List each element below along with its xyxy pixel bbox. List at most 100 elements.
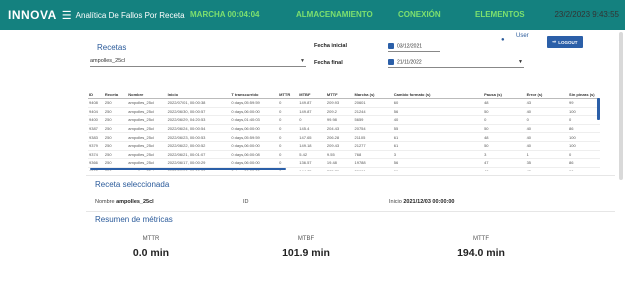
table-cell: 250 [103,107,128,117]
app-logo: INNOVA [8,8,57,22]
table-cell: 40 [525,167,569,171]
table-cell: 0 days,06:00:00 [230,158,279,168]
table-cell: 96 [568,167,600,171]
column-header[interactable]: Pausa (s) [483,91,526,99]
column-header[interactable]: Cambio formato (s) [392,91,484,99]
column-header[interactable]: Nombre [127,91,167,99]
table-cell: 43 [525,98,569,108]
table-cell: 20754 [353,124,393,134]
column-header[interactable]: Sin piezas (s) [568,91,600,99]
chevron-down-icon: ▼ [518,59,523,65]
table-cell: 21277 [353,141,393,151]
table-cell: 0 [278,158,299,168]
table-cell: 2022/06/29, 04:20:53 [166,115,231,125]
table-row[interactable]: 9383 250 ampolles_25cl 2022/06/23, 00:00:53… [88,132,600,142]
table-cell: 204.43 [325,124,354,134]
id-label: ID [243,199,249,205]
calendar-icon [388,43,394,49]
receta-select[interactable]: ampolles_25cl ▼ [90,58,306,67]
logout-label: LOGOUT [558,39,578,45]
nombre-label: Nombre [95,199,115,205]
column-header[interactable]: T transcurrido [230,91,279,99]
table-cell: ampolles_25cl [127,150,167,160]
table-cell: 9379 [88,141,104,151]
status-elementos: ELEMENTOS [475,10,525,19]
table-cell: 40 [525,107,569,117]
table-cell: 61 [392,167,484,171]
fecha-inicial-field[interactable]: 03/12/2021 [388,43,440,52]
table-cell: 0 days,06:00:00 [230,124,279,134]
column-header[interactable]: Inicio [166,91,231,99]
table-cell: 50 [483,124,526,134]
table-row[interactable]: 9374 250 ampolles_25cl 2022/06/21, 00:01:07… [88,150,600,160]
column-header[interactable]: MTBF [298,91,326,99]
table-row[interactable]: 9408 250 ampolles_25cl 2022/07/01, 00:00:38… [88,98,600,108]
table-cell: 250 [103,124,128,134]
table-cell: 205.79 [325,167,354,171]
logout-button[interactable]: ⇨ LOGOUT [547,36,583,48]
table-vertical-scrollbar[interactable] [597,98,600,120]
table-row[interactable]: 9387 250 ampolles_25cl 2022/06/24, 00:00:54… [88,124,600,134]
table-cell: 0 days,01:40:03 [230,115,279,125]
table-horizontal-scrollbar[interactable] [90,168,286,170]
status-marcha: MARCHA 00:04:04 [190,10,260,19]
table-cell: 0 days,05:59:59 [230,98,279,108]
table-cell: 5.42 [298,150,326,160]
column-header[interactable]: Receta [103,91,128,99]
selected-inicio: Inicio 2021/12/03 00:00:00 [389,199,454,205]
table-cell: 3 [483,150,526,160]
table-cell: 100 [568,132,600,142]
table-cell: 0 [278,150,299,160]
table-cell: 147.65 [298,132,326,142]
column-header[interactable]: MTTF [325,91,354,99]
table-cell: 50 [483,107,526,117]
table-row[interactable]: 9379 250 ampolles_25cl 2022/06/22, 00:00:52… [88,141,600,151]
fecha-final-field[interactable]: 21/11/2022 ▼ [388,59,524,68]
table-cell: 9366 [88,158,104,168]
chevron-down-icon: ▼ [300,58,305,64]
recipes-table: ID Receta Nombre Inicio T transcurrido MTTR MT… [88,91,600,171]
selected-nombre: Nombre ampolles_25cl [95,199,154,205]
nombre-value: ampolles_25cl [116,199,154,205]
table-cell: 1 [525,150,569,160]
table-cell: 206.28 [325,132,354,142]
metric-value-mttr: 0.0 min [132,247,170,259]
user-icon: ● [501,37,505,43]
column-header[interactable]: ID [88,91,104,99]
table-cell: 99.98 [325,115,354,125]
column-header[interactable]: Marcha (s) [353,91,393,99]
table-cell: 2022/06/24, 00:00:54 [166,124,231,134]
table-cell: 86 [568,124,600,134]
table-cell: 9374 [88,150,104,160]
table-row[interactable]: 9400 250 ampolles_25cl 2022/06/29, 04:20:53… [88,115,600,125]
table-cell: 250 [103,158,128,168]
table-cell: 3 [392,150,484,160]
table-cell: ampolles_25cl [127,98,167,108]
table-cell: 55 [392,124,484,134]
table-cell: 19.48 [325,158,354,168]
table-cell: 21105 [353,132,393,142]
table-row[interactable]: 9366 250 ampolles_25cl 2022/06/17, 00:00:29… [88,158,600,168]
table-cell: 149.87 [298,107,326,117]
table-cell: 61 [392,132,484,142]
column-header[interactable]: MTTR [278,91,299,99]
table-cell: 250 [103,141,128,151]
table-cell: 2022/07/01, 00:00:38 [166,98,231,108]
table-cell: 209.43 [325,141,354,151]
metric-label-mttf: MTTF [473,236,489,242]
metric-value-mttf: 194.0 min [457,247,505,259]
column-header[interactable]: Error (s) [525,91,569,99]
table-cell: 250 [103,150,128,160]
table-row[interactable]: 9404 250 ampolles_25cl 2022/06/30, 00:00:57… [88,107,600,117]
metric-value-mtbf: 101.9 min [282,247,330,259]
table-cell: ampolles_25cl [127,158,167,168]
table-cell: 9383 [88,132,104,142]
hamburger-icon[interactable]: ☰ [62,9,72,22]
table-cell: 40 [525,141,569,151]
page-scrollbar[interactable] [619,32,623,180]
table-cell: 144.85 [298,167,326,171]
table-cell: ampolles_25cl [127,132,167,142]
table-cell: 136.57 [298,158,326,168]
fecha-inicial-label: Fecha inicial [314,43,348,49]
table-cell: 0 [298,115,326,125]
